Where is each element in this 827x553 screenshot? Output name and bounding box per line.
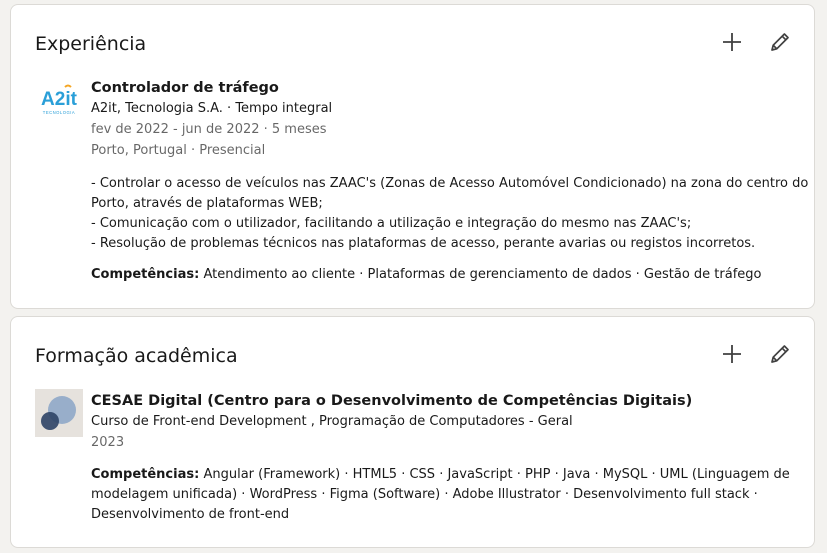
company-line: A2it, Tecnologia S.A. · Tempo integral xyxy=(91,101,333,116)
pencil-icon xyxy=(771,345,789,363)
pencil-icon xyxy=(771,33,789,51)
education-section: Formação acadêmica CESAE Digital (Centro… xyxy=(10,316,815,548)
section-title: Experiência xyxy=(35,33,147,55)
school-logo[interactable] xyxy=(35,389,83,437)
description-line: Porto, através de plataformas WEB; xyxy=(91,196,323,211)
section-title: Formação acadêmica xyxy=(35,345,238,367)
degree-line: Curso de Front-end Development , Program… xyxy=(91,414,573,429)
skills-label: Competências: xyxy=(91,267,200,282)
skills-line[interactable]: Competências: Atendimento ao cliente · P… xyxy=(91,265,794,285)
svg-text:TECNOLOGIA: TECNOLOGIA xyxy=(43,110,75,115)
job-title[interactable]: Controlador de tráfego xyxy=(91,78,794,98)
school-name[interactable]: CESAE Digital (Centro para o Desenvolvim… xyxy=(91,391,794,411)
description-line: - Comunicação com o utilizador, facilita… xyxy=(91,216,692,231)
job-description: - Controlar o acesso de veículos nas ZAA… xyxy=(91,174,809,254)
add-education-button[interactable] xyxy=(716,338,748,370)
date-range: fev de 2022 - jun de 2022 · 5 meses xyxy=(91,122,327,137)
edit-experience-button[interactable] xyxy=(764,26,796,58)
edit-education-button[interactable] xyxy=(764,338,796,370)
svg-text:A2it: A2it xyxy=(41,89,78,110)
experience-entry: Controlador de tráfego A2it, Tecnologia … xyxy=(91,78,809,285)
description-line: - Controlar o acesso de veículos nas ZAA… xyxy=(91,176,809,191)
experience-section: Experiência A2it TECNOLOGIA Controlador … xyxy=(10,4,815,309)
skills-line[interactable]: Competências: Angular (Framework) · HTML… xyxy=(91,465,794,525)
job-location: Porto, Portugal · Presencial xyxy=(91,143,266,158)
description-line: - Resolução de problemas técnicos nas pl… xyxy=(91,236,756,251)
skills-label: Competências: xyxy=(91,467,200,482)
add-experience-button[interactable] xyxy=(716,26,748,58)
a2it-logo: A2it TECNOLOGIA xyxy=(41,84,78,115)
education-entry: CESAE Digital (Centro para o Desenvolvim… xyxy=(91,391,794,525)
education-year: 2023 xyxy=(91,435,125,450)
company-logo[interactable]: A2it TECNOLOGIA xyxy=(35,78,83,126)
plus-icon xyxy=(723,345,741,363)
school-logo-icon xyxy=(35,389,83,437)
skills-list: Atendimento ao cliente · Plataformas de … xyxy=(203,267,762,282)
plus-icon xyxy=(723,33,741,51)
